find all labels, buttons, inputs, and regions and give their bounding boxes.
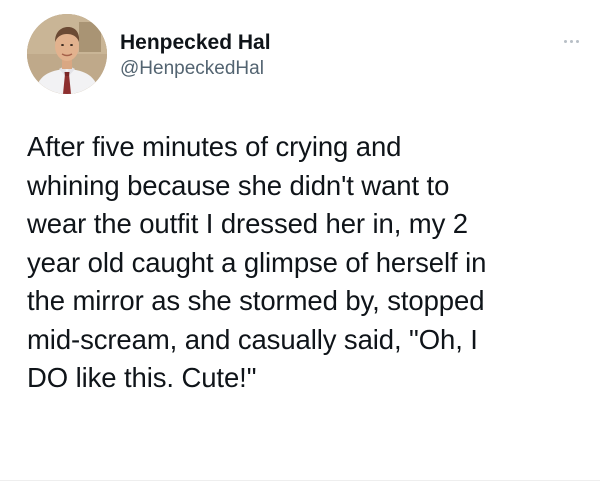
dot-icon (563, 39, 567, 43)
tweet-card: Henpecked Hal @HenpeckedHal After five m… (0, 0, 600, 481)
dot-icon (569, 39, 573, 43)
dot-icon (575, 39, 579, 43)
tweet-text: After five minutes of crying and whining… (27, 128, 587, 398)
tweet-text-line: wear the outfit I dressed her in, my 2 (27, 208, 468, 239)
display-name[interactable]: Henpecked Hal (120, 30, 271, 56)
author-names: Henpecked Hal @HenpeckedHal (120, 30, 271, 82)
tweet-text-line: mid-scream, and casually said, "Oh, I (27, 323, 478, 355)
user-handle[interactable]: @HenpeckedHal (120, 56, 271, 82)
avatar-photo-icon (27, 14, 107, 94)
avatar[interactable] (27, 14, 107, 94)
more-options-icon[interactable] (559, 36, 583, 46)
tweet-text-line: After five minutes of crying and (27, 131, 402, 162)
tweet-header: Henpecked Hal @HenpeckedHal (27, 14, 587, 98)
tweet-text-line: whining because she didn't want to (27, 169, 450, 201)
tweet-text-line: year old caught a glimpse of herself in (27, 246, 487, 278)
tweet-text-line: the mirror as she stormed by, stopped (27, 285, 485, 316)
tweet-text-line: DO like this. Cute!" (27, 362, 257, 393)
